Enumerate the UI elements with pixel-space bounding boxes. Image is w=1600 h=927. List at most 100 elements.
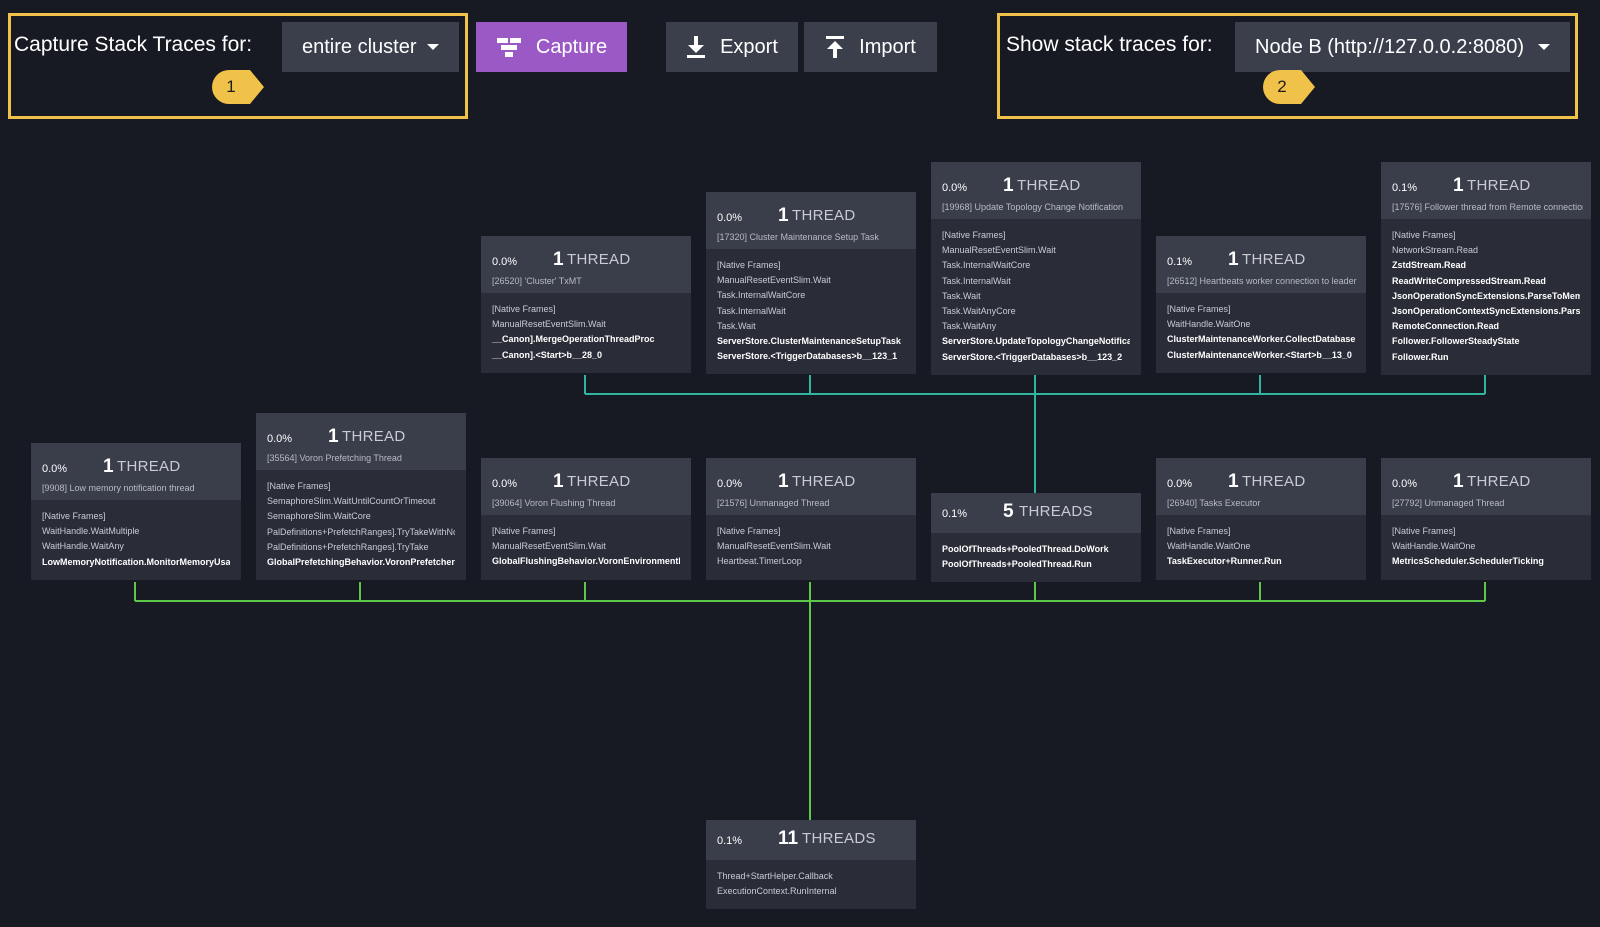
stack-frame: PoolOfThreads+PooledThread.Run <box>942 559 1092 570</box>
stack-frame: Follower.Run <box>1392 351 1449 362</box>
cpu-percentage: 0.1% <box>942 508 968 520</box>
thread-group-card[interactable]: 0.0% 1 THREAD [39064] Voron Flushing Thread… <box>481 458 691 580</box>
export-button[interactable]: Export <box>666 22 798 72</box>
stack-frames: PoolOfThreads+PooledThread.DoWork PoolOfT… <box>931 533 1141 582</box>
stack-frame: ServerStore.ClusterMaintenanceSetupTask <box>717 336 901 347</box>
capture-icon <box>496 38 521 57</box>
stack-frames: [Native Frames] WaitHandle.WaitMultiple Wa… <box>31 500 241 580</box>
thread-unit-label: THREAD <box>1467 177 1531 194</box>
stack-frame: SemaphoreSlim.WaitCore <box>267 511 371 522</box>
capture-label: Capture Stack Traces for: <box>14 33 253 56</box>
thread-group-card[interactable]: 0.0% 1 THREAD [19968] Update Topology Chang… <box>931 162 1141 375</box>
thread-group-card[interactable]: 0.0% 1 THREAD [26940] Tasks Executor [Native… <box>1156 458 1366 580</box>
cpu-percentage: 0.0% <box>1392 478 1418 490</box>
stack-frames: [Native Frames] WaitHandle.WaitOne Cluster… <box>1156 293 1366 373</box>
thread-title: [9908] Low memory notification thread <box>42 483 195 493</box>
thread-group-card[interactable]: 0.1% 11 THREADS Thread+StartHelper.Callback… <box>706 820 916 910</box>
stack-frame: Task.InternalWait <box>942 275 1011 286</box>
thread-title: [39064] Voron Flushing Thread <box>492 498 616 508</box>
card-header: 0.0% 1 THREAD [9908] Low memory notificatio… <box>31 443 241 500</box>
thread-unit-label: THREAD <box>1242 473 1306 490</box>
capture-button[interactable]: Capture <box>476 22 627 72</box>
node-select-dropdown[interactable]: Node B (http://127.0.0.2:8080) <box>1235 22 1570 72</box>
stack-frame: WaitHandle.WaitMultiple <box>42 526 140 537</box>
thread-count: 1 <box>778 205 789 226</box>
thread-unit-label: THREAD <box>1017 177 1081 194</box>
cpu-percentage: 0.0% <box>942 182 968 194</box>
card-header: 0.0% 1 THREAD [21576] Unmanaged Thread <box>706 458 916 515</box>
stack-frame: [Native Frames] <box>1392 230 1456 240</box>
thread-count: 1 <box>1453 175 1464 196</box>
thread-title: [17576] Follower thread from Remote conn… <box>1392 202 1583 212</box>
stack-frame: ClusterMaintenanceWorker.CollectDatabase… <box>1167 334 1355 345</box>
upload-icon <box>826 36 845 58</box>
node-select-value: Node B (http://127.0.0.2:8080) <box>1255 35 1525 58</box>
stack-frame: Task.WaitAnyCore <box>942 306 1016 317</box>
cpu-percentage: 0.0% <box>267 433 293 445</box>
stack-frame: JsonOperationSyncExtensions.ParseToMemor… <box>1392 290 1580 301</box>
import-button-label: Import <box>859 35 916 58</box>
thread-group-card[interactable]: 0.0% 1 THREAD [27792] Unmanaged Thread [Nati… <box>1381 458 1591 580</box>
stack-frame: WaitHandle.WaitAny <box>42 541 124 552</box>
stack-frame: [Native Frames] <box>1167 304 1231 314</box>
card-header: 0.0% 1 THREAD [26940] Tasks Executor <box>1156 458 1366 515</box>
thread-count: 1 <box>553 249 564 270</box>
stack-frame: [Native Frames] <box>1167 526 1231 536</box>
stack-frame: GlobalPrefetchingBehavior.VoronPrefetche… <box>267 557 455 568</box>
thread-title: [26940] Tasks Executor <box>1167 498 1261 508</box>
thread-count: 1 <box>1003 175 1014 196</box>
stack-frame: ServerStore.UpdateTopologyChangeNotifica… <box>942 336 1130 347</box>
download-icon <box>687 36 706 58</box>
stack-frames: [Native Frames] ManualResetEventSlim.Wait… <box>706 249 916 374</box>
import-button[interactable]: Import <box>804 22 937 72</box>
stack-frame: ManualResetEventSlim.Wait <box>492 541 606 552</box>
thread-group-card[interactable]: 0.0% 1 THREAD [9908] Low memory notificatio… <box>31 443 241 580</box>
card-header: 0.0% 1 THREAD [35564] Voron Prefetching Thr… <box>256 413 466 470</box>
card-header: 0.1% 1 THREAD [17576] Follower thread from … <box>1381 162 1591 219</box>
stack-frames: [Native Frames] ManualResetEventSlim.Wait… <box>481 515 691 580</box>
thread-title: [35564] Voron Prefetching Thread <box>267 453 402 463</box>
stack-frame: GlobalFlushingBehavior.VoronEnvironmentF… <box>492 556 680 567</box>
thread-count: 1 <box>328 426 339 447</box>
green-connectors <box>134 582 1486 820</box>
thread-group-card[interactable]: 0.1% 1 THREAD [17576] Follower thread from … <box>1381 162 1591 375</box>
card-header: 0.0% 1 THREAD [26520] 'Cluster' TxMT <box>481 236 691 293</box>
stack-frame: Thread+StartHelper.Callback <box>717 871 833 881</box>
card-header: 0.0% 1 THREAD [17320] Cluster Maintenance S… <box>706 192 916 249</box>
stack-frame: Task.InternalWaitCore <box>942 260 1031 271</box>
capture-scope-dropdown[interactable]: entire cluster <box>282 22 459 72</box>
thread-group-card[interactable]: 0.1% 5 THREADS PoolOfThreads+PooledThread.D… <box>931 493 1141 583</box>
stack-frames: [Native Frames] SemaphoreSlim.WaitUntilCo… <box>256 470 466 580</box>
stack-frame: Task.WaitAny <box>942 321 997 332</box>
chevron-down-icon <box>1538 44 1550 50</box>
thread-group-card[interactable]: 0.0% 1 THREAD [21576] Unmanaged Thread [Nati… <box>706 458 916 580</box>
stack-frame: ServerStore.<TriggerDatabases>b__123_1 <box>717 351 898 362</box>
thread-unit-label: THREAD <box>567 251 631 268</box>
thread-title: [26512] Heartbeats worker connection to … <box>1167 276 1357 286</box>
thread-group-card[interactable]: 0.0% 1 THREAD [35564] Voron Prefetching Thr… <box>256 413 466 581</box>
thread-unit-label: THREAD <box>1467 473 1531 490</box>
stack-frame: Follower.FollowerSteadyState <box>1392 336 1520 347</box>
cpu-percentage: 0.0% <box>492 478 518 490</box>
stack-frame: [Native Frames] <box>1392 526 1456 536</box>
stack-frames: [Native Frames] WaitHandle.WaitOne TaskExe… <box>1156 515 1366 580</box>
thread-group-card[interactable]: 0.1% 1 THREAD [26512] Heartbeats worker con… <box>1156 236 1366 373</box>
stack-frame: JsonOperationContextSyncExtensions.Parse… <box>1392 306 1580 317</box>
stack-frame: [Native Frames] <box>492 526 556 536</box>
stack-frame: Task.Wait <box>717 320 756 331</box>
stack-frame: ClusterMaintenanceWorker.<Start>b__13_0 <box>1167 349 1352 360</box>
thread-count: 1 <box>1228 471 1239 492</box>
stack-frame: Heartbeat.TimerLoop <box>717 556 802 567</box>
thread-title: [26520] 'Cluster' TxMT <box>492 276 582 286</box>
stack-frame: [Native Frames] <box>717 260 781 270</box>
stack-frames: [Native Frames] ManualResetEventSlim.Wait… <box>481 293 691 373</box>
stack-frame: ManualResetEventSlim.Wait <box>717 541 831 552</box>
stack-frame: ManualResetEventSlim.Wait <box>942 245 1056 256</box>
stack-frame: MetricsScheduler.SchedulerTicking <box>1392 556 1544 567</box>
stack-frame: __Canon].MergeOperationThreadProc <box>492 334 655 345</box>
thread-group-card[interactable]: 0.0% 1 THREAD [17320] Cluster Maintenance S… <box>706 192 916 375</box>
card-header: 0.1% 5 THREADS <box>931 493 1141 533</box>
stack-frame: ManualResetEventSlim.Wait <box>492 319 606 330</box>
thread-group-card[interactable]: 0.0% 1 THREAD [26520] 'Cluster' TxMT [Native… <box>481 236 691 373</box>
stack-frame: [Native Frames] <box>717 526 781 536</box>
